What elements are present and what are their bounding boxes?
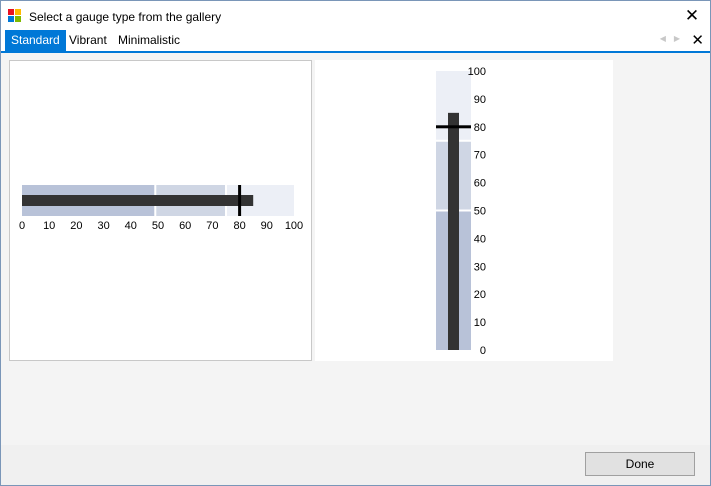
value-bar: [448, 112, 459, 350]
tab-prev-icon[interactable]: ◀: [660, 34, 674, 43]
tick-label-20: 20: [474, 289, 486, 301]
tick-label-70: 70: [206, 220, 218, 232]
tick-label-70: 70: [474, 150, 486, 162]
tick-label-100: 100: [468, 66, 486, 78]
tick-label-10: 10: [43, 220, 55, 232]
tick-label-60: 60: [179, 220, 191, 232]
target-marker: [238, 185, 242, 216]
horizontal-gauge-preview[interactable]: 0 10 20 30 40 50 60 70 80 90 100: [9, 60, 312, 361]
tick-label-50: 50: [152, 220, 164, 232]
tab-minimalistic[interactable]: Minimalistic: [112, 30, 186, 51]
dialog-footer: Done: [1, 445, 710, 485]
tick-label-50: 50: [474, 206, 486, 218]
tick-label-20: 20: [70, 220, 82, 232]
gallery-content: 0 10 20 30 40 50 60 70 80 90 100 0 10 20 30 40 50 60 70 80…: [1, 55, 710, 445]
vertical-bullet-gauge: 0 10 20 30 40 50 60 70 80 90 100: [436, 66, 486, 357]
tick-label-0: 0: [480, 345, 486, 357]
app-windows-icon: [8, 9, 21, 22]
title-bar: Select a gauge type from the gallery ✕: [1, 1, 710, 30]
tick-label-100: 100: [285, 220, 303, 232]
tick-label-60: 60: [474, 178, 486, 190]
gallery-dialog: Select a gauge type from the gallery ✕ S…: [0, 0, 711, 486]
tab-next-icon[interactable]: ▶: [674, 34, 688, 43]
vertical-gauge-preview[interactable]: 0 10 20 30 40 50 60 70 80 90 100: [315, 60, 613, 361]
tick-label-90: 90: [261, 220, 273, 232]
tab-vibrant[interactable]: Vibrant: [63, 30, 113, 51]
tick-label-0: 0: [19, 220, 25, 232]
close-icon[interactable]: ✕: [682, 6, 702, 26]
tick-label-10: 10: [474, 317, 486, 329]
window-title: Select a gauge type from the gallery: [29, 10, 222, 24]
tick-label-80: 80: [233, 220, 245, 232]
tick-label-40: 40: [474, 233, 486, 245]
tab-close-icon[interactable]: ✕: [691, 31, 704, 51]
gauge-type-tabs: Standard Vibrant Minimalistic ◀▶ ✕: [1, 30, 710, 53]
tab-standard[interactable]: Standard: [5, 30, 66, 51]
horizontal-bullet-gauge: 0 10 20 30 40 50 60 70 80 90 100: [19, 185, 303, 232]
tick-label-30: 30: [97, 220, 109, 232]
tab-scroll-arrows[interactable]: ◀▶: [660, 34, 688, 43]
target-marker: [436, 125, 471, 129]
tick-label-90: 90: [474, 94, 486, 106]
value-bar: [22, 195, 254, 206]
tick-label-80: 80: [474, 122, 486, 134]
tick-label-40: 40: [125, 220, 137, 232]
done-button[interactable]: Done: [585, 452, 695, 476]
tick-label-30: 30: [474, 261, 486, 273]
